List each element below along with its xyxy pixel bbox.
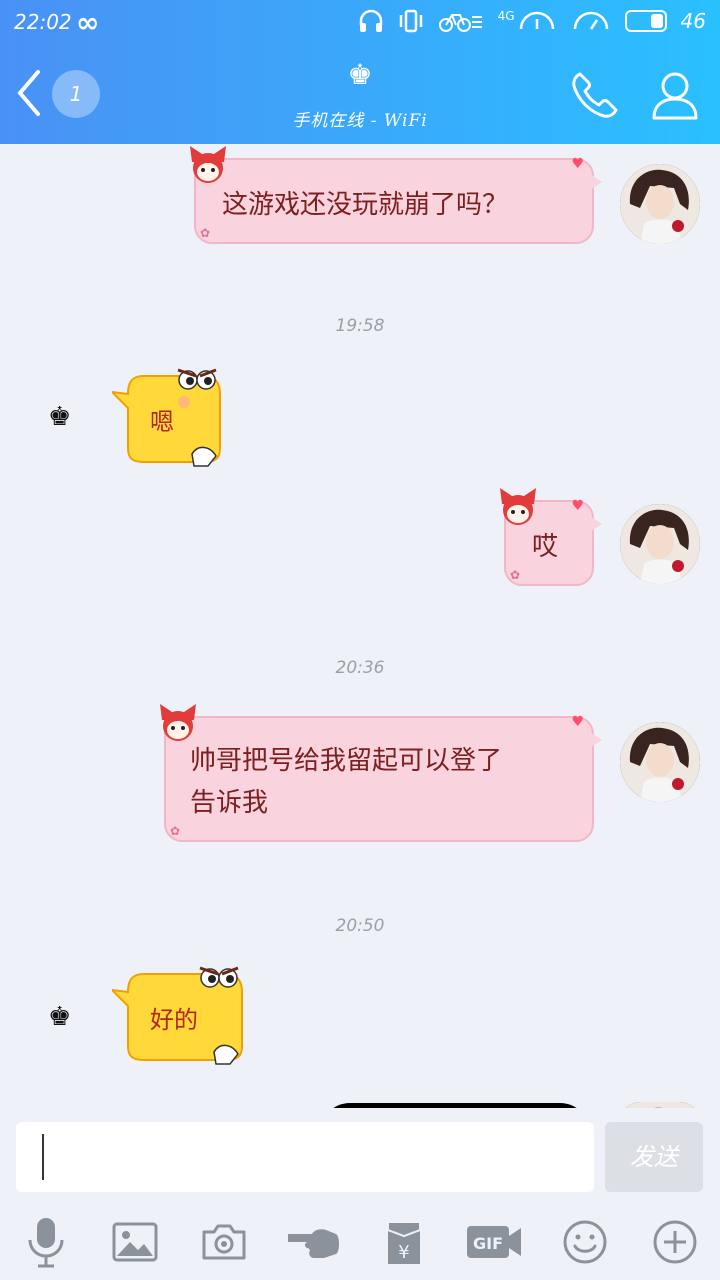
flower-icon: ✿	[200, 226, 211, 240]
svg-text:GIF: GIF	[473, 1234, 503, 1253]
poke-icon[interactable]	[284, 1212, 344, 1272]
sticker-message[interactable]: 嗯	[112, 364, 222, 467]
signal-icon-2	[573, 11, 608, 30]
message-bubble[interactable]: ♥ ✿ 帅哥把号给我留起可以登了 告诉我	[160, 704, 602, 842]
online-status: 手机在线 - WiFi	[292, 111, 428, 131]
battery-level: 46	[680, 9, 706, 33]
sticker-message[interactable]: 好的	[112, 962, 244, 1065]
message-bubble[interactable]: ♥ ✿ 哎	[500, 488, 602, 586]
status-time: 22:02	[14, 10, 72, 34]
message-text: 哎	[532, 532, 559, 562]
fox-sticker-icon	[160, 704, 196, 741]
status-bar: 22:02 ∞ 4G 46	[0, 0, 720, 44]
toolbar: ¥ GIF	[0, 1212, 720, 1272]
back-icon[interactable]	[14, 68, 54, 118]
mic-icon[interactable]	[16, 1212, 76, 1272]
heart-icon: ♥	[571, 498, 584, 514]
status-icons: 4G 46	[358, 9, 706, 33]
text-caret	[42, 1134, 44, 1180]
message-text: 这游戏还没玩就崩了吗？	[222, 190, 509, 220]
flower-icon: ✿	[170, 824, 181, 838]
crown-icon: ♚	[347, 58, 373, 91]
unread-badge[interactable]: 1	[52, 70, 100, 118]
sticker-text: 好的	[150, 1006, 198, 1034]
heart-icon: ♥	[571, 714, 584, 730]
chat-area[interactable]: ♥ ✿ 这游戏还没玩就崩了吗？ 19:58 ♚ 嗯 ♥ ✿ 哎 20:36 ♥	[0, 144, 720, 1120]
gif-icon[interactable]: GIF	[464, 1212, 524, 1272]
vibrate-icon	[399, 9, 422, 33]
profile-icon[interactable]	[650, 68, 700, 122]
image-icon[interactable]	[105, 1212, 165, 1272]
red-packet-icon[interactable]: ¥	[374, 1212, 434, 1272]
phone-icon[interactable]	[568, 68, 622, 122]
fox-sticker-icon	[190, 146, 226, 183]
message-input[interactable]	[16, 1122, 594, 1192]
flower-icon: ✿	[510, 568, 521, 582]
svg-text:¥: ¥	[398, 1242, 409, 1263]
top-bar: 22:02 ∞ 4G 46 1 ♚ 手机在线 - WiFi	[0, 0, 720, 144]
bicycle-icon	[438, 14, 482, 32]
timestamp: 20:50	[335, 916, 385, 936]
signal-icon	[519, 11, 554, 30]
input-bar: 发送 ¥ GIF	[0, 1108, 720, 1280]
battery-icon	[624, 10, 667, 32]
timestamp: 19:58	[335, 316, 385, 336]
heart-icon: ♥	[571, 156, 584, 172]
emoji-icon[interactable]	[555, 1212, 615, 1272]
avatar[interactable]	[620, 504, 700, 584]
sticker-text: 嗯	[150, 408, 174, 436]
fox-sticker-icon	[500, 488, 536, 525]
avatar[interactable]	[620, 164, 700, 244]
avatar[interactable]	[620, 722, 700, 802]
camera-icon[interactable]	[194, 1212, 254, 1272]
infinity-icon: ∞	[76, 6, 100, 39]
message-bubble[interactable]: ♥ ✿ 这游戏还没玩就崩了吗？	[190, 146, 602, 244]
sender-crown-icon: ♚	[48, 1002, 72, 1032]
headphones-icon	[359, 9, 382, 32]
sender-crown-icon: ♚	[48, 402, 72, 432]
timestamp: 20:36	[335, 658, 385, 678]
plus-icon[interactable]	[645, 1212, 705, 1272]
network-type: 4G	[497, 9, 515, 23]
send-button[interactable]: 发送	[605, 1122, 703, 1192]
message-text-line: 告诉我	[190, 788, 269, 818]
message-text-line: 帅哥把号给我留起可以登了	[190, 746, 503, 776]
